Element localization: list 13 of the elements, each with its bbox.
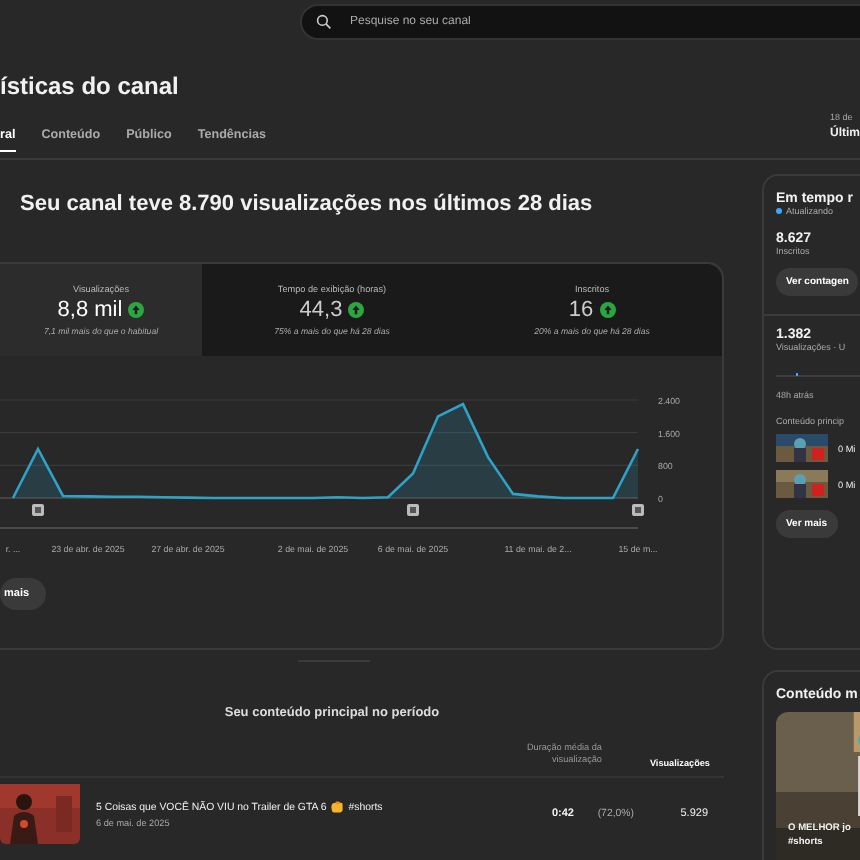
metric-value: 44,3 <box>299 298 343 322</box>
trend-up-icon <box>348 302 365 318</box>
status-dot-icon <box>776 208 782 214</box>
trend-up-icon <box>128 302 145 318</box>
video-marker-icon[interactable] <box>632 504 644 516</box>
metric-value: 16 <box>568 298 594 322</box>
trend-up-icon <box>599 302 616 318</box>
search-icon <box>316 14 332 30</box>
metric-value: 8,8 mil <box>57 298 123 322</box>
video-marker-icon[interactable] <box>32 504 44 516</box>
summary-heading: Seu canal teve 8.790 visualizações nos últimos 28 dias <box>20 192 595 220</box>
video-marker-icon[interactable] <box>407 504 419 516</box>
page-title: ísticas do canal <box>0 72 181 100</box>
